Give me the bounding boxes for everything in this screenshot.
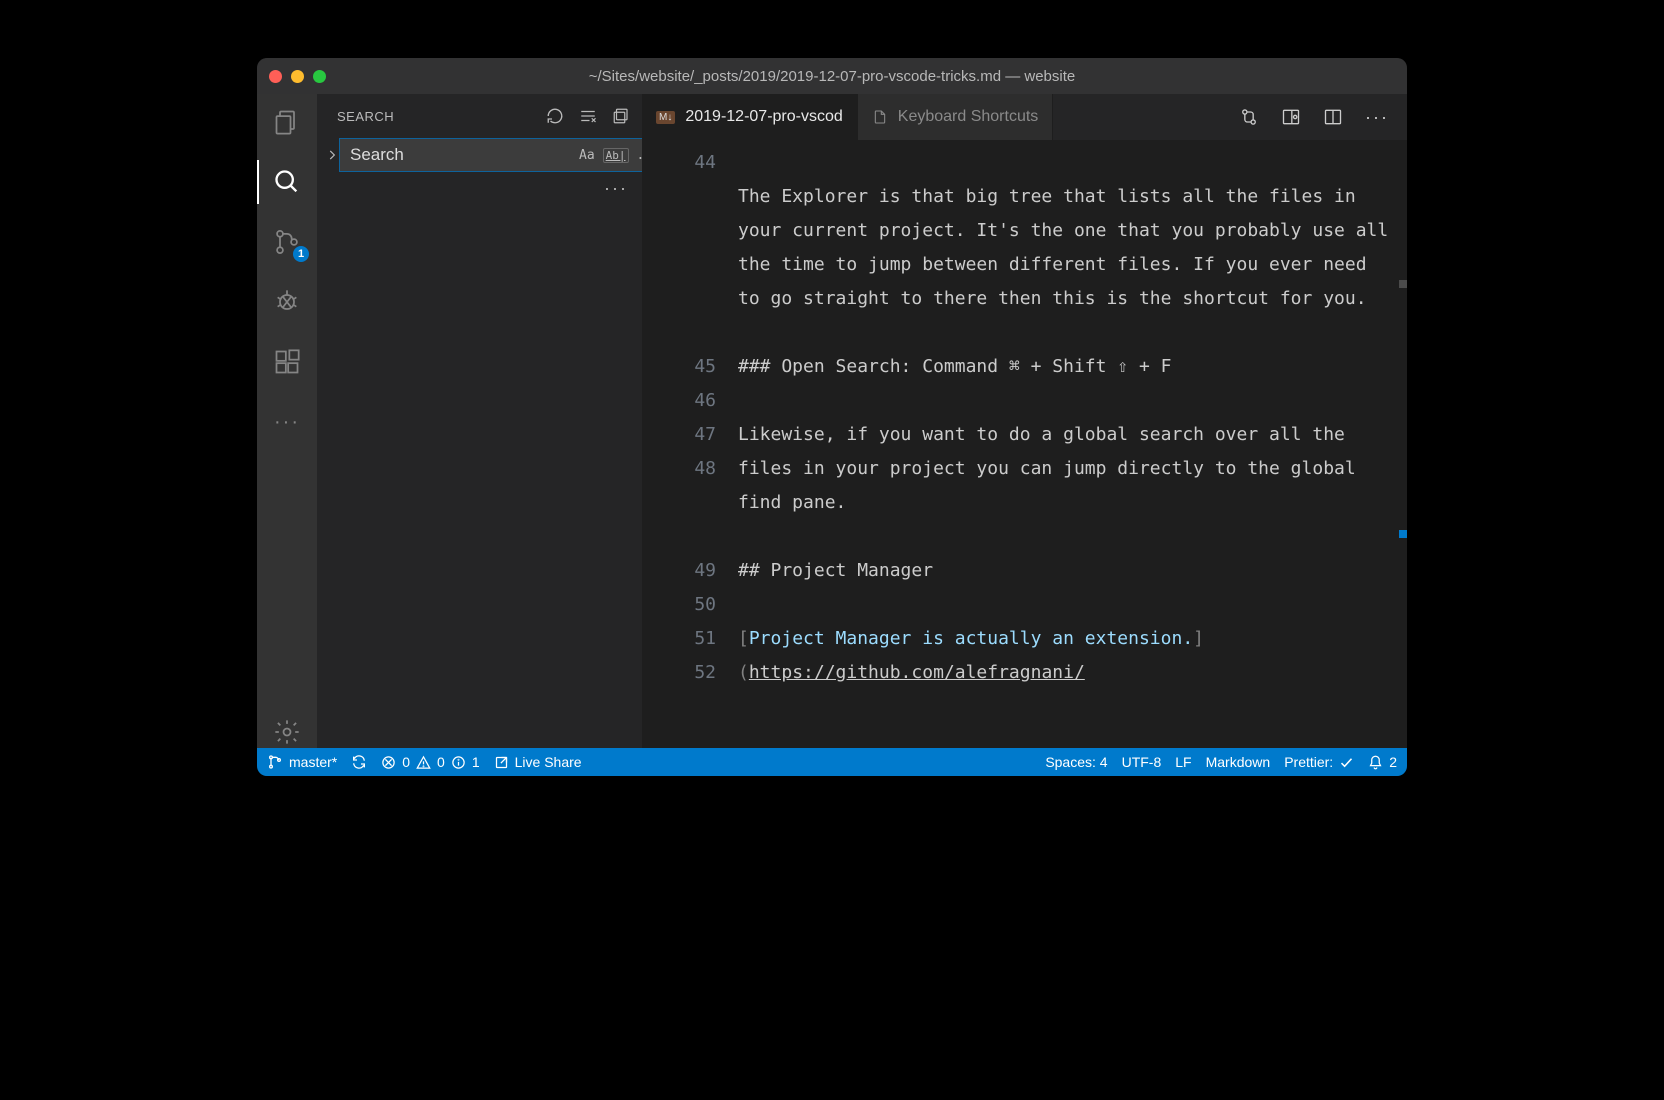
window-controls bbox=[269, 70, 326, 83]
activity-bar: 1 ··· bbox=[257, 94, 317, 748]
editor-group: M↓ 2019-12-07-pro-vscod Keyboard Shortcu… bbox=[642, 94, 1407, 748]
match-case-icon[interactable]: Aa bbox=[579, 148, 595, 163]
code-line: ### Open Search: Command ⌘ + Shift ⇧ + F bbox=[738, 356, 1171, 377]
notifications-status[interactable]: 2 bbox=[1368, 754, 1397, 770]
tab-markdown-file[interactable]: M↓ 2019-12-07-pro-vscod bbox=[642, 94, 858, 140]
line-number: 51 bbox=[642, 622, 716, 656]
compare-changes-icon[interactable] bbox=[1239, 107, 1259, 127]
line-number: 48 bbox=[642, 452, 716, 486]
line-number: 46 bbox=[642, 384, 716, 418]
maximize-window-button[interactable] bbox=[313, 70, 326, 83]
toggle-search-details-icon[interactable]: ··· bbox=[317, 172, 642, 199]
extensions-icon[interactable] bbox=[271, 346, 303, 378]
git-branch-status[interactable]: master* bbox=[267, 754, 337, 770]
more-icon[interactable]: ··· bbox=[271, 406, 303, 438]
clear-icon[interactable] bbox=[578, 107, 598, 125]
line-number: 45 bbox=[642, 350, 716, 384]
line-number: 47 bbox=[642, 418, 716, 452]
sidebar-header: SEARCH bbox=[317, 94, 642, 138]
vscode-window: ~/Sites/website/_posts/2019/2019-12-07-p… bbox=[257, 58, 1407, 776]
status-bar: master* 0 0 1 Live Share Spaces: 4 UTF-8… bbox=[257, 748, 1407, 776]
prettier-status[interactable]: Prettier: bbox=[1284, 754, 1354, 770]
markdown-file-icon: M↓ bbox=[656, 111, 675, 124]
search-input-box: Aa Ab| .* bbox=[339, 138, 659, 172]
line-number: 44 bbox=[642, 146, 716, 180]
file-icon bbox=[872, 109, 888, 125]
language-mode-status[interactable]: Markdown bbox=[1206, 754, 1271, 770]
explorer-icon[interactable] bbox=[271, 106, 303, 138]
live-share-status[interactable]: Live Share bbox=[494, 754, 582, 770]
line-number: 52 bbox=[642, 656, 716, 690]
search-icon[interactable] bbox=[271, 166, 303, 198]
encoding-status[interactable]: UTF-8 bbox=[1122, 754, 1162, 770]
sync-status[interactable] bbox=[351, 754, 367, 770]
code-line: The Explorer is that big tree that lists… bbox=[738, 186, 1399, 309]
new-editor-icon[interactable] bbox=[612, 107, 630, 125]
minimap-scrollbar[interactable] bbox=[1393, 140, 1407, 748]
window-title: ~/Sites/website/_posts/2019/2019-12-07-p… bbox=[257, 68, 1407, 85]
chevron-right-icon[interactable] bbox=[325, 148, 339, 162]
sidebar-title: SEARCH bbox=[337, 109, 532, 124]
code-line: [Project Manager is actually an extensio… bbox=[738, 628, 1204, 683]
more-actions-icon[interactable]: ··· bbox=[1365, 107, 1389, 128]
search-sidebar: SEARCH bbox=[317, 94, 642, 748]
search-input[interactable] bbox=[350, 145, 571, 165]
open-preview-icon[interactable] bbox=[1281, 107, 1301, 127]
line-number: 50 bbox=[642, 588, 716, 622]
tab-label: Keyboard Shortcuts bbox=[898, 108, 1039, 126]
code-line: ## Project Manager bbox=[738, 560, 933, 581]
minimize-window-button[interactable] bbox=[291, 70, 304, 83]
tab-keyboard-shortcuts[interactable]: Keyboard Shortcuts bbox=[858, 94, 1054, 140]
debug-icon[interactable] bbox=[271, 286, 303, 318]
titlebar: ~/Sites/website/_posts/2019/2019-12-07-p… bbox=[257, 58, 1407, 94]
tab-bar: M↓ 2019-12-07-pro-vscod Keyboard Shortcu… bbox=[642, 94, 1407, 140]
line-number: 49 bbox=[642, 554, 716, 588]
code-content[interactable]: The Explorer is that big tree that lists… bbox=[732, 140, 1407, 748]
refresh-icon[interactable] bbox=[546, 107, 564, 125]
code-line: Likewise, if you want to do a global sea… bbox=[738, 424, 1367, 513]
line-gutter: 44 45 46 47 48 49 50 51 52 bbox=[642, 140, 732, 748]
scm-badge: 1 bbox=[293, 246, 309, 262]
match-word-icon[interactable]: Ab| bbox=[603, 148, 629, 163]
settings-gear-icon[interactable] bbox=[271, 716, 303, 748]
tab-label: 2019-12-07-pro-vscod bbox=[685, 108, 842, 126]
close-window-button[interactable] bbox=[269, 70, 282, 83]
editor-actions: ··· bbox=[1221, 94, 1407, 140]
eol-status[interactable]: LF bbox=[1175, 754, 1191, 770]
indentation-status[interactable]: Spaces: 4 bbox=[1045, 754, 1107, 770]
split-editor-icon[interactable] bbox=[1323, 107, 1343, 127]
text-editor[interactable]: 44 45 46 47 48 49 50 51 52 The Explorer … bbox=[642, 140, 1407, 748]
source-control-icon[interactable]: 1 bbox=[271, 226, 303, 258]
problems-status[interactable]: 0 0 1 bbox=[381, 754, 479, 770]
